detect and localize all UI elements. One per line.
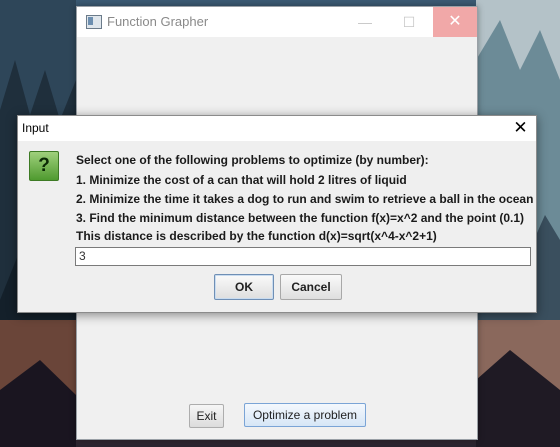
dialog-close-icon[interactable]: ✕ bbox=[505, 116, 536, 141]
maximize-icon[interactable]: ☐ bbox=[387, 7, 431, 37]
cancel-button[interactable]: Cancel bbox=[280, 274, 342, 300]
option-3-detail: This distance is described by the functi… bbox=[76, 229, 437, 243]
problem-number-input[interactable]: 3 bbox=[75, 247, 531, 266]
dialog-titlebar: Input ✕ bbox=[18, 116, 536, 141]
option-3: 3. Find the minimum distance between the… bbox=[76, 211, 525, 225]
prompt-line: Select one of the following problems to … bbox=[76, 153, 429, 167]
exit-button[interactable]: Exit bbox=[189, 404, 224, 428]
option-1: 1. Minimize the cost of a can that will … bbox=[76, 173, 407, 187]
close-icon[interactable]: ✕ bbox=[433, 7, 477, 37]
ok-button[interactable]: OK bbox=[214, 274, 274, 300]
app-icon bbox=[86, 15, 102, 29]
minimize-icon[interactable]: — bbox=[343, 7, 387, 37]
optimize-problem-button[interactable]: Optimize a problem bbox=[244, 403, 366, 427]
window-title: Function Grapher bbox=[107, 14, 209, 29]
option-2: 2. Minimize the time it takes a dog to r… bbox=[76, 192, 534, 206]
input-dialog: Input ✕ ? Select one of the following pr… bbox=[17, 115, 537, 313]
dialog-title: Input bbox=[22, 121, 49, 135]
question-icon: ? bbox=[29, 151, 59, 181]
window-titlebar: Function Grapher — ☐ ✕ bbox=[77, 7, 477, 37]
